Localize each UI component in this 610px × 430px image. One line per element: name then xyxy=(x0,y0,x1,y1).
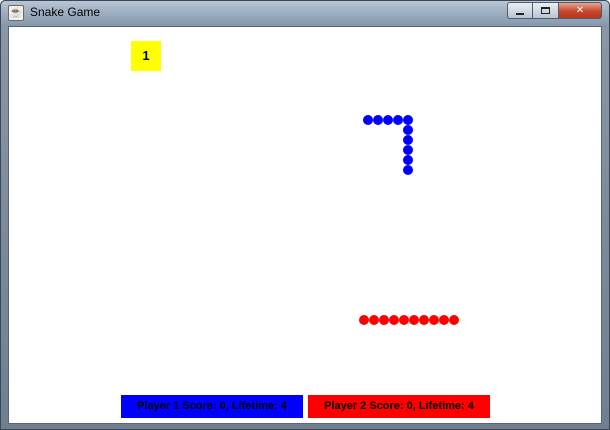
player2-snake-segment xyxy=(379,315,389,325)
player2-snake-segment xyxy=(369,315,379,325)
minimize-icon xyxy=(516,12,524,15)
player1-snake-segment xyxy=(403,125,413,135)
player2-snake-segment xyxy=(409,315,419,325)
player1-score-label: Player 1 Score: 0, Lifetime: 4 xyxy=(121,395,303,418)
player2-snake-segment xyxy=(449,315,459,325)
player1-snake-segment xyxy=(403,165,413,175)
maximize-button[interactable] xyxy=(533,2,559,19)
player1-snake-segment xyxy=(403,135,413,145)
player2-snake-segment xyxy=(389,315,399,325)
player2-score-label: Player 2 Score: 0, Lifetime: 4 xyxy=(308,395,490,418)
java-cup-icon[interactable]: ☕ xyxy=(8,5,24,21)
player2-snake-segment xyxy=(439,315,449,325)
title-bar[interactable]: ☕ Snake Game ✕ xyxy=(1,1,609,25)
game-window: ☕ Snake Game ✕ 1 Player 1 Score: 0, Life… xyxy=(0,0,610,430)
player2-snake-segment xyxy=(429,315,439,325)
player2-snake-segment xyxy=(399,315,409,325)
close-icon: ✕ xyxy=(575,5,585,16)
food-item: 1 xyxy=(131,41,161,71)
minimize-button[interactable] xyxy=(507,2,533,19)
player1-snake-segment xyxy=(393,115,403,125)
player1-snake-segment xyxy=(403,115,413,125)
player1-snake-segment xyxy=(403,145,413,155)
player2-snake-segment xyxy=(359,315,369,325)
close-button[interactable]: ✕ xyxy=(559,2,602,19)
player1-snake-segment xyxy=(363,115,373,125)
player2-snake-segment xyxy=(419,315,429,325)
game-canvas[interactable]: 1 Player 1 Score: 0, Lifetime: 4 Player … xyxy=(8,26,602,424)
game-board: 1 xyxy=(9,27,601,423)
maximize-icon xyxy=(541,7,550,14)
window-controls: ✕ xyxy=(507,2,602,20)
window-title: Snake Game xyxy=(30,5,101,19)
player1-snake-segment xyxy=(373,115,383,125)
player1-snake-segment xyxy=(383,115,393,125)
player1-snake-segment xyxy=(403,155,413,165)
